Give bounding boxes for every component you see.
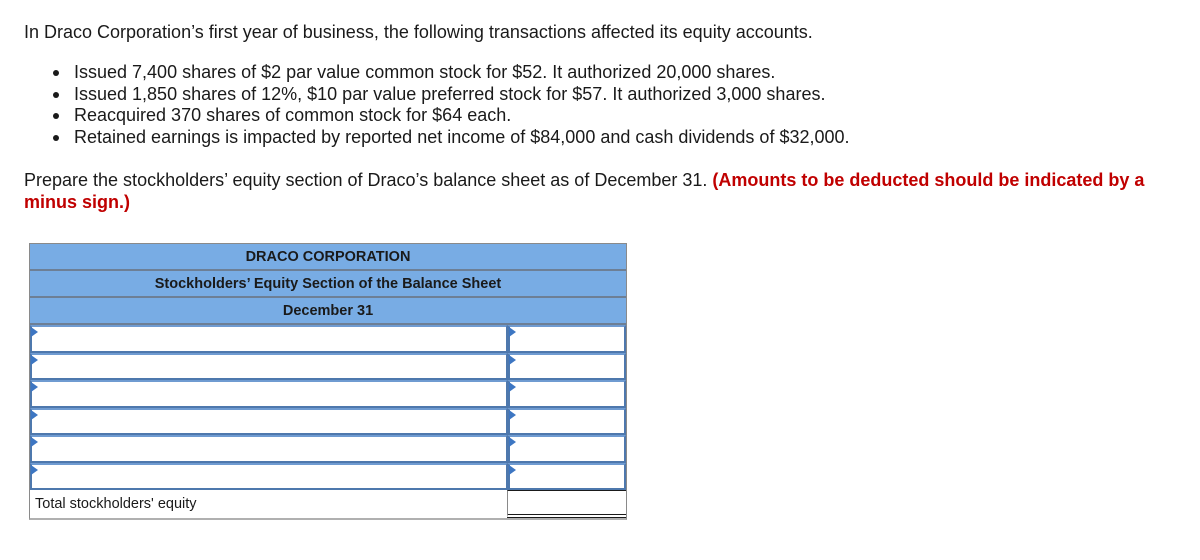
amount-input[interactable]	[510, 437, 624, 461]
dropdown-flag-icon	[509, 409, 516, 420]
amount-input[interactable]	[510, 354, 624, 378]
transaction-text: Issued 7,400 shares of $2 par value comm…	[74, 62, 776, 82]
account-label-input[interactable]	[32, 327, 506, 351]
amount-input[interactable]	[510, 327, 624, 351]
statement-date-header: December 31	[30, 298, 626, 325]
transaction-list: Issued 7,400 shares of $2 par value comm…	[50, 62, 850, 148]
transaction-item: Issued 1,850 shares of 12%, $10 par valu…	[50, 84, 850, 106]
total-amount-input[interactable]	[508, 491, 626, 514]
transaction-item: Issued 7,400 shares of $2 par value comm…	[50, 62, 850, 84]
statement-title-header: Stockholders’ Equity Section of the Bala…	[30, 271, 626, 298]
total-label: Total stockholders' equity	[35, 496, 197, 512]
dropdown-flag-icon	[31, 409, 38, 420]
dropdown-flag-icon	[31, 354, 38, 365]
amount-input[interactable]	[510, 409, 624, 433]
transaction-item: Reacquired 370 shares of common stock fo…	[50, 105, 850, 127]
transaction-text: Retained earnings is impacted by reporte…	[74, 126, 850, 147]
equity-worksheet: DRACO CORPORATION Stockholders’ Equity S…	[29, 243, 627, 520]
dropdown-flag-icon	[509, 327, 516, 337]
account-label-input[interactable]	[32, 437, 506, 461]
total-row: Total stockholders' equity	[30, 490, 626, 518]
question-intro: In Draco Corporation’s first year of bus…	[24, 22, 813, 42]
company-name-header: DRACO CORPORATION	[30, 244, 626, 271]
dropdown-flag-icon	[509, 464, 516, 475]
dropdown-flag-icon	[31, 382, 38, 392]
dropdown-flag-icon	[31, 327, 38, 337]
account-label-input[interactable]	[32, 409, 506, 433]
question-prompt: Prepare the stockholders’ equity section…	[24, 169, 1174, 213]
transaction-text: Issued 1,850 shares of 12%, $10 par valu…	[74, 83, 826, 104]
worksheet-row	[30, 435, 626, 463]
worksheet-row	[30, 462, 626, 490]
dropdown-flag-icon	[509, 382, 516, 392]
worksheet-row	[30, 380, 626, 408]
bullet-icon	[53, 91, 59, 98]
dropdown-flag-icon	[509, 437, 516, 447]
worksheet-row	[30, 325, 626, 353]
dropdown-flag-icon	[31, 464, 38, 475]
amount-input[interactable]	[510, 382, 624, 406]
account-label-input[interactable]	[32, 382, 506, 406]
bullet-icon	[53, 70, 59, 76]
account-label-input[interactable]	[32, 464, 506, 488]
amount-input[interactable]	[510, 464, 624, 488]
worksheet-row	[30, 352, 626, 380]
prompt-text: Prepare the stockholders’ equity section…	[24, 170, 708, 190]
bullet-icon	[53, 113, 59, 119]
worksheet-row	[30, 407, 626, 435]
dropdown-flag-icon	[31, 437, 38, 447]
account-label-input[interactable]	[32, 354, 506, 378]
transaction-text: Reacquired 370 shares of common stock fo…	[74, 105, 512, 125]
dropdown-flag-icon	[509, 354, 516, 365]
transaction-item: Retained earnings is impacted by reporte…	[50, 127, 850, 149]
bullet-icon	[53, 134, 59, 141]
